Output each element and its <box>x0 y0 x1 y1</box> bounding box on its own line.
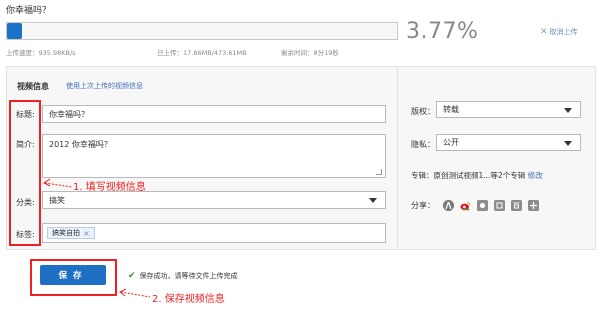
upload-percent: 3.77% <box>406 19 479 44</box>
chevron-down-icon <box>564 141 572 146</box>
uploaded-size: 已上传：17.86MB/473.61MB <box>157 49 247 57</box>
tags-input[interactable]: 搞笑自拍 × <box>42 223 386 243</box>
checkmark-icon: ✔ <box>128 271 136 281</box>
privacy-value: 公开 <box>443 138 459 147</box>
resize-handle-icon[interactable] <box>376 169 382 175</box>
annotation-save-info: 2. 保存视频信息 <box>152 294 225 305</box>
save-success-text: 保存成功，请等待文件上传完成 <box>139 272 238 280</box>
cancel-upload-label: 取消上传 <box>549 28 578 36</box>
annotation-fill-info: 1. 填写视频信息 <box>73 182 146 193</box>
qq-icon[interactable] <box>477 200 488 211</box>
video-title-heading: 你幸福吗？ <box>6 6 52 16</box>
title-input[interactable]: 你幸福吗？ <box>42 105 386 123</box>
use-last-info-link[interactable]: 使用上次上传的视频信息 <box>66 81 143 91</box>
annotation-arrow-icon <box>119 288 151 298</box>
weibo-icon[interactable] <box>460 200 471 211</box>
privacy-label: 隐私： <box>411 140 435 149</box>
upload-speed: 上传速度：935.98KB/s <box>6 49 76 57</box>
description-value: 2012 你幸福吗？ <box>49 140 112 149</box>
annotation-arrow-icon <box>43 178 73 188</box>
tag-chip-label: 搞笑自拍 <box>52 229 80 237</box>
upload-progress-fill <box>7 23 22 39</box>
cancel-upload-link[interactable]: ✕ 取消上传 <box>540 27 578 37</box>
album-text: 专辑：原创测试视频1...等2个专辑 <box>411 171 526 180</box>
share-row: 分享： <box>411 200 539 211</box>
renren-icon[interactable] <box>443 200 454 211</box>
section-title: 视频信息 <box>17 82 49 91</box>
kaixin-icon[interactable] <box>494 200 505 211</box>
close-icon: ✕ <box>540 27 548 37</box>
copyright-value: 转载 <box>443 105 459 114</box>
remove-tag-icon[interactable]: × <box>83 229 90 238</box>
annotation-highlight-box <box>9 100 41 246</box>
upload-progress-bar <box>6 22 398 40</box>
category-select[interactable]: 搞笑 <box>42 191 386 209</box>
description-textarea[interactable]: 2012 你幸福吗？ <box>42 134 386 178</box>
chevron-down-icon <box>564 108 572 113</box>
douban-icon[interactable] <box>511 200 522 211</box>
chevron-down-icon <box>369 198 377 203</box>
privacy-select[interactable]: 公开 <box>436 134 581 151</box>
share-more-icon[interactable] <box>528 200 539 211</box>
save-success-message: ✔ 保存成功，请等待文件上传完成 <box>128 271 238 281</box>
remaining-time: 剩余时间：8分19秒 <box>281 49 339 57</box>
save-button[interactable]: 保存 <box>40 265 106 285</box>
share-label: 分享： <box>411 201 435 210</box>
panel-divider <box>397 68 398 248</box>
album-edit-link[interactable]: 修改 <box>528 171 543 180</box>
category-value: 搞笑 <box>49 196 65 205</box>
copyright-select[interactable]: 转载 <box>436 101 581 118</box>
tag-chip[interactable]: 搞笑自拍 × <box>47 227 95 239</box>
album-info: 专辑：原创测试视频1...等2个专辑 修改 <box>411 170 543 181</box>
copyright-label: 版权： <box>411 107 435 116</box>
